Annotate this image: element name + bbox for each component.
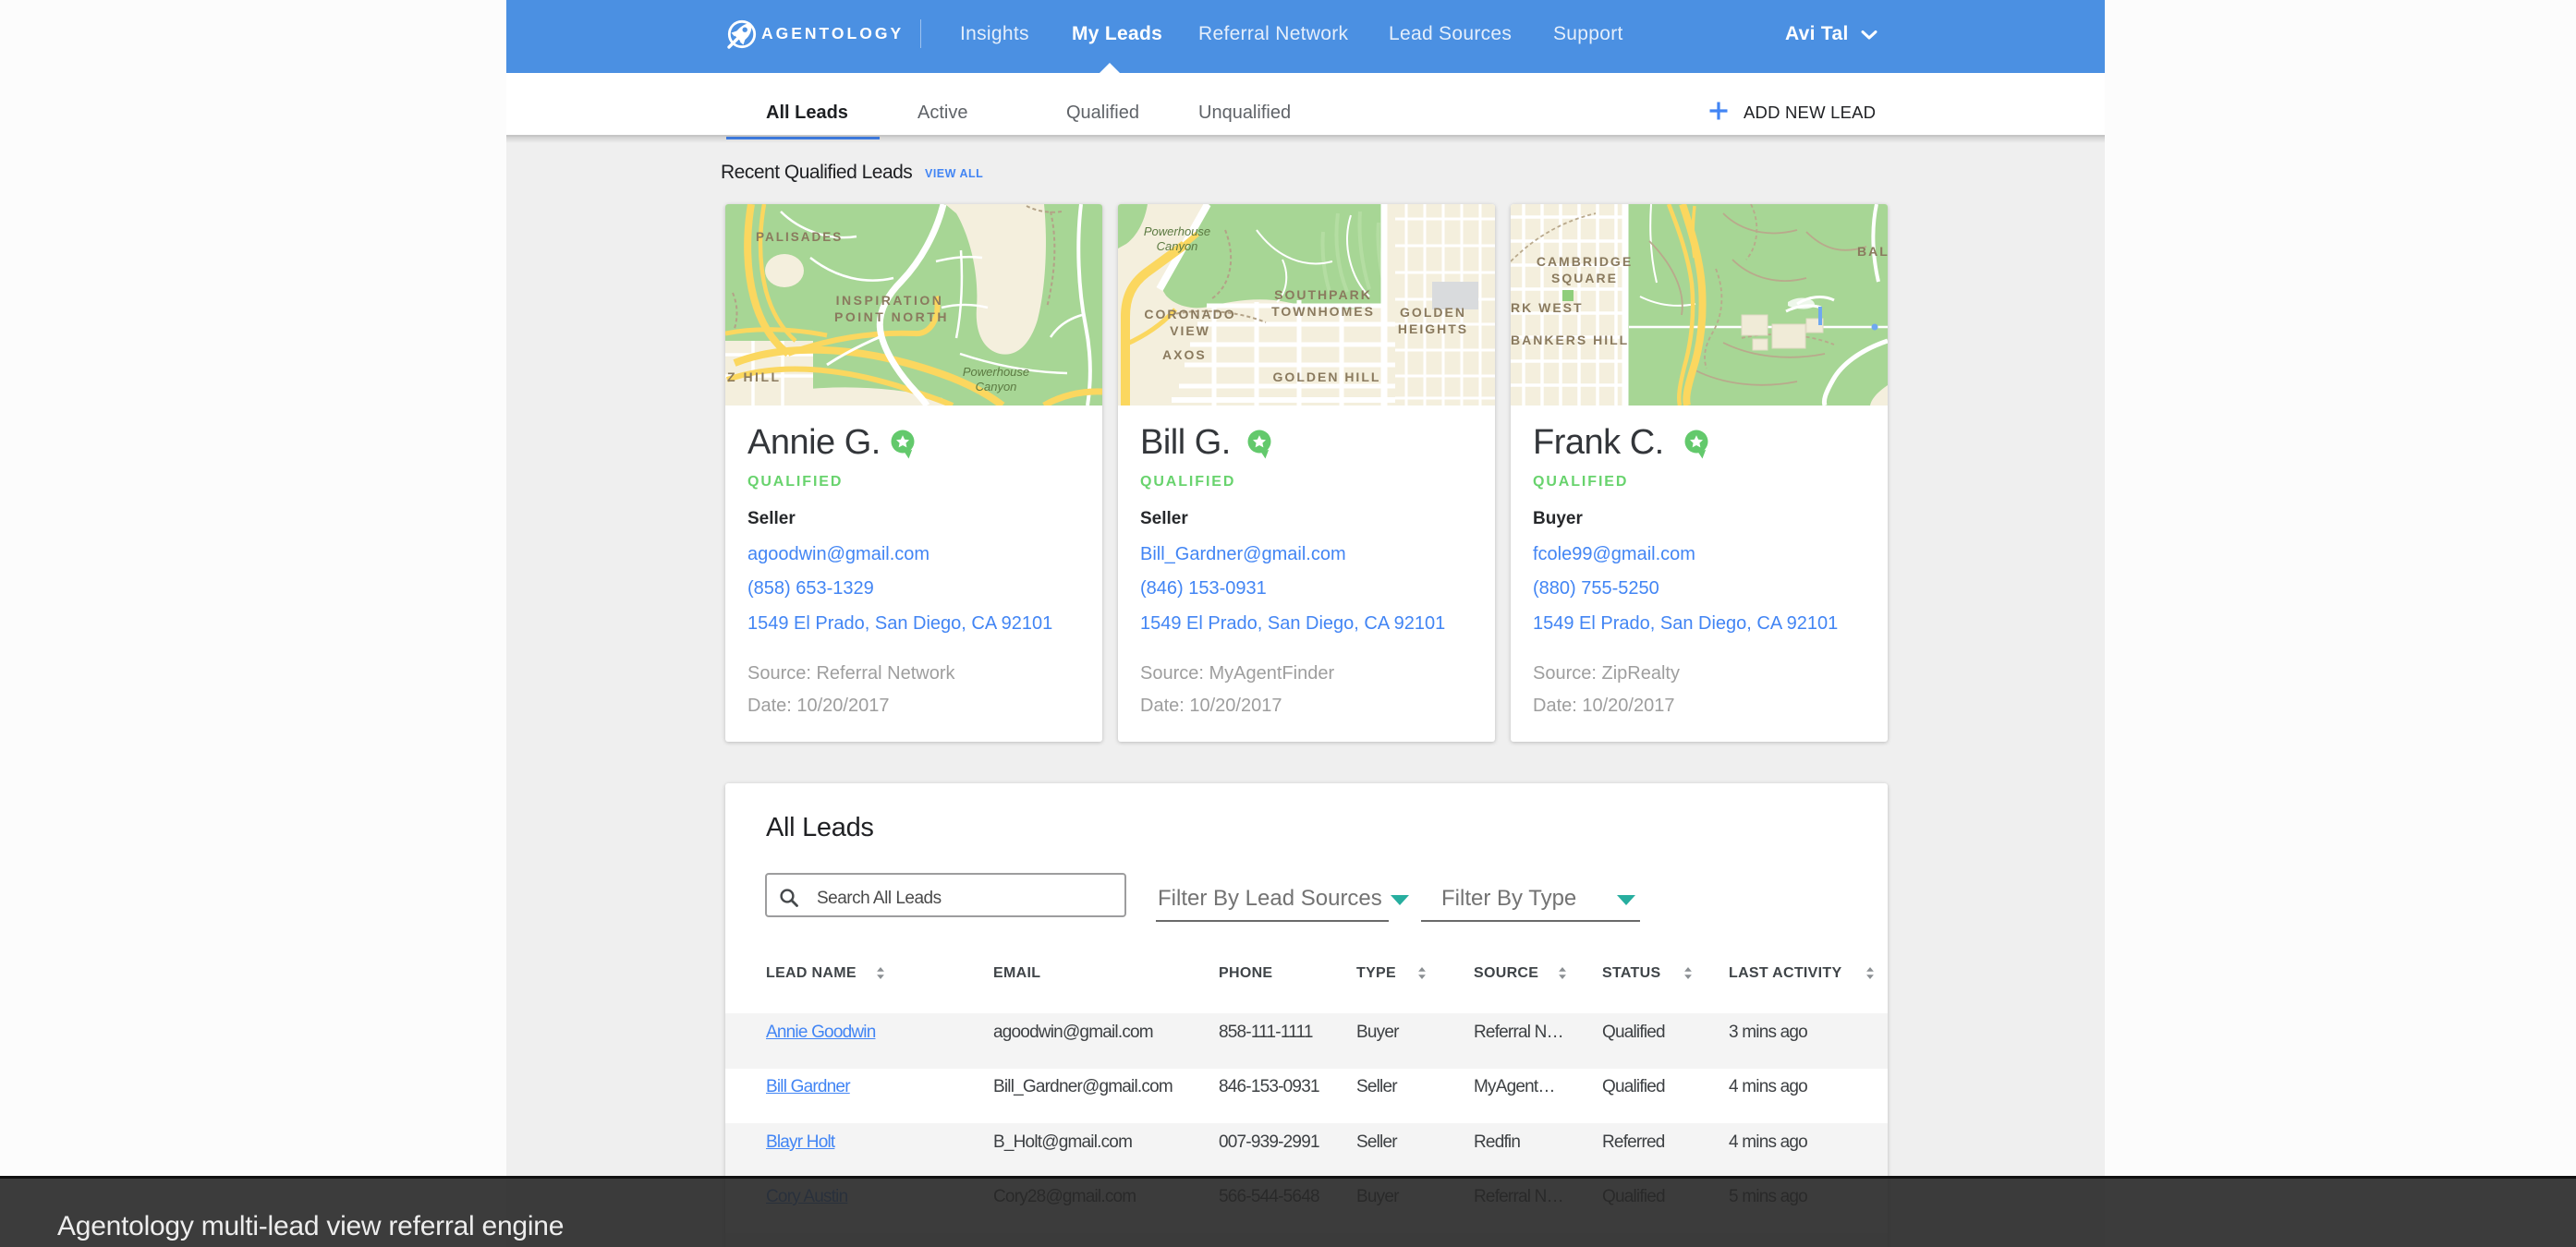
svg-text:GOLDEN HILL: GOLDEN HILL [1273,369,1381,384]
svg-text:Z HILL: Z HILL [727,369,782,384]
svg-text:POINT NORTH: POINT NORTH [834,309,949,324]
svg-text:CORONADO: CORONADO [1144,307,1235,321]
svg-text:TOWNHOMES: TOWNHOMES [1271,304,1375,319]
svg-text:BANKERS HILL: BANKERS HILL [1511,333,1629,347]
svg-text:SOUTHPARK: SOUTHPARK [1274,287,1372,302]
svg-text:AXOS: AXOS [1162,347,1207,362]
svg-text:CAMBRIDGE: CAMBRIDGE [1537,254,1633,269]
svg-text:INSPIRATION: INSPIRATION [836,293,944,308]
svg-text:RK WEST: RK WEST [1511,300,1584,315]
svg-text:GOLDEN: GOLDEN [1400,305,1466,320]
svg-text:PALISADES: PALISADES [756,230,843,244]
svg-text:Canyon: Canyon [1157,239,1198,253]
svg-text:BAL: BAL [1857,244,1888,259]
svg-text:HEIGHTS: HEIGHTS [1398,321,1468,336]
svg-text:SQUARE: SQUARE [1551,271,1618,285]
svg-text:Powerhouse: Powerhouse [963,365,1029,379]
svg-text:VIEW: VIEW [1170,323,1210,338]
svg-text:Canyon: Canyon [976,380,1017,393]
svg-text:Powerhouse: Powerhouse [1144,224,1210,238]
